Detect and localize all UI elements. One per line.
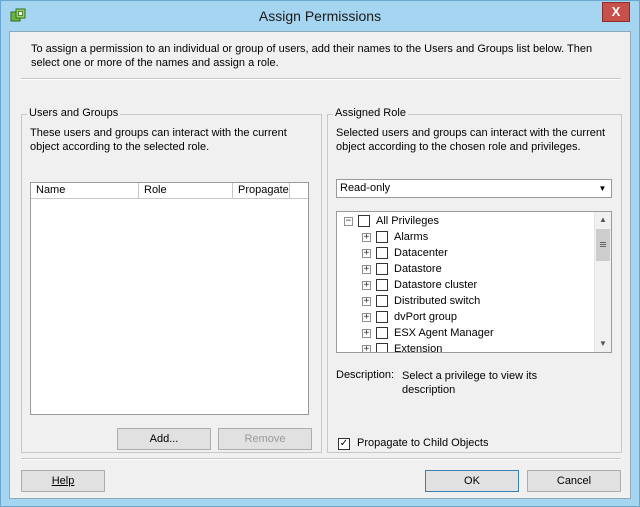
privilege-checkbox[interactable]	[376, 327, 388, 339]
tree-item-label: Extension	[394, 343, 443, 353]
tree-item-label: ESX Agent Manager	[394, 327, 494, 339]
tree-item-label: dvPort group	[394, 311, 457, 323]
users-groups-panel: Users and Groups These users and groups …	[21, 107, 322, 453]
description-label: Description:	[336, 369, 395, 381]
window-title: Assign Permissions	[258, 8, 382, 24]
privileges-tree[interactable]: − All Privileges + Alarms + Datacenter +	[336, 211, 612, 353]
scrollbar-thumb[interactable]	[596, 229, 610, 261]
scroll-down-icon[interactable]: ▼	[595, 336, 611, 352]
grip-line	[600, 242, 606, 243]
remove-button[interactable]: Remove	[218, 428, 312, 450]
help-button[interactable]: Help	[21, 470, 105, 492]
users-groups-description: These users and groups can interact with…	[30, 127, 287, 153]
description-text: Select a privilege to view its descripti…	[402, 370, 538, 396]
expand-icon[interactable]: +	[362, 345, 371, 352]
assigned-role-panel: Assigned Role Selected users and groups …	[327, 107, 622, 453]
privilege-checkbox[interactable]	[358, 215, 370, 227]
privilege-checkbox[interactable]	[376, 247, 388, 259]
close-icon: X	[611, 4, 621, 19]
privilege-checkbox[interactable]	[376, 343, 388, 352]
collapse-icon[interactable]: −	[344, 217, 353, 226]
expand-icon[interactable]: +	[362, 249, 371, 258]
role-select-value: Read-only	[340, 182, 391, 194]
cancel-button[interactable]: Cancel	[527, 470, 621, 492]
dropdown-arrow-icon[interactable]: ▼	[595, 181, 610, 196]
column-role[interactable]: Role	[139, 183, 233, 199]
ok-button[interactable]: OK	[425, 470, 519, 492]
privilege-checkbox[interactable]	[376, 311, 388, 323]
assigned-role-description: Selected users and groups can interact w…	[336, 127, 606, 153]
bottom-separator	[21, 458, 621, 460]
column-name[interactable]: Name	[31, 183, 139, 199]
close-button[interactable]: X	[602, 2, 630, 22]
column-propagate[interactable]: Propagate	[233, 183, 290, 199]
expand-icon[interactable]: +	[362, 233, 371, 242]
help-button-label: Help	[51, 475, 75, 487]
tree-item-label: Datastore	[394, 263, 442, 275]
list-header: Name Role Propagate	[31, 183, 308, 199]
privilege-checkbox[interactable]	[376, 231, 388, 243]
vertical-scrollbar[interactable]: ▲ ▼	[594, 212, 611, 352]
expand-icon[interactable]: +	[362, 329, 371, 338]
tree-item-label: Datacenter	[394, 247, 448, 259]
expand-icon[interactable]: +	[362, 265, 371, 274]
expand-icon[interactable]: +	[362, 313, 371, 322]
users-groups-title: Users and Groups	[27, 107, 121, 119]
privilege-checkbox[interactable]	[376, 263, 388, 275]
privilege-checkbox[interactable]	[376, 279, 388, 291]
dialog-body: To assign a permission to an individual …	[9, 31, 631, 499]
expand-icon[interactable]: +	[362, 281, 371, 290]
grip-line	[600, 246, 606, 247]
privilege-checkbox[interactable]	[376, 295, 388, 307]
propagate-label[interactable]: Propagate to Child Objects	[357, 437, 488, 449]
top-separator	[21, 78, 621, 80]
tree-item-label: Distributed switch	[394, 295, 481, 307]
tree-item-label: All Privileges	[376, 215, 439, 227]
assigned-role-title: Assigned Role	[333, 107, 408, 119]
title-bar[interactable]: Assign Permissions X	[1, 1, 639, 31]
users-groups-list[interactable]: Name Role Propagate	[30, 182, 309, 415]
propagate-checkbox[interactable]: ✓	[338, 438, 350, 450]
tree-item-label: Datastore cluster	[394, 279, 478, 291]
scroll-up-icon[interactable]: ▲	[595, 212, 611, 228]
assign-permissions-dialog: Assign Permissions X To assign a permiss…	[0, 0, 640, 507]
add-button[interactable]: Add...	[117, 428, 211, 450]
role-select[interactable]: Read-only ▼	[336, 179, 612, 198]
grip-line	[600, 244, 606, 245]
intro-text: To assign a permission to an individual …	[31, 43, 593, 69]
expand-icon[interactable]: +	[362, 297, 371, 306]
tree-item-label: Alarms	[394, 231, 429, 243]
